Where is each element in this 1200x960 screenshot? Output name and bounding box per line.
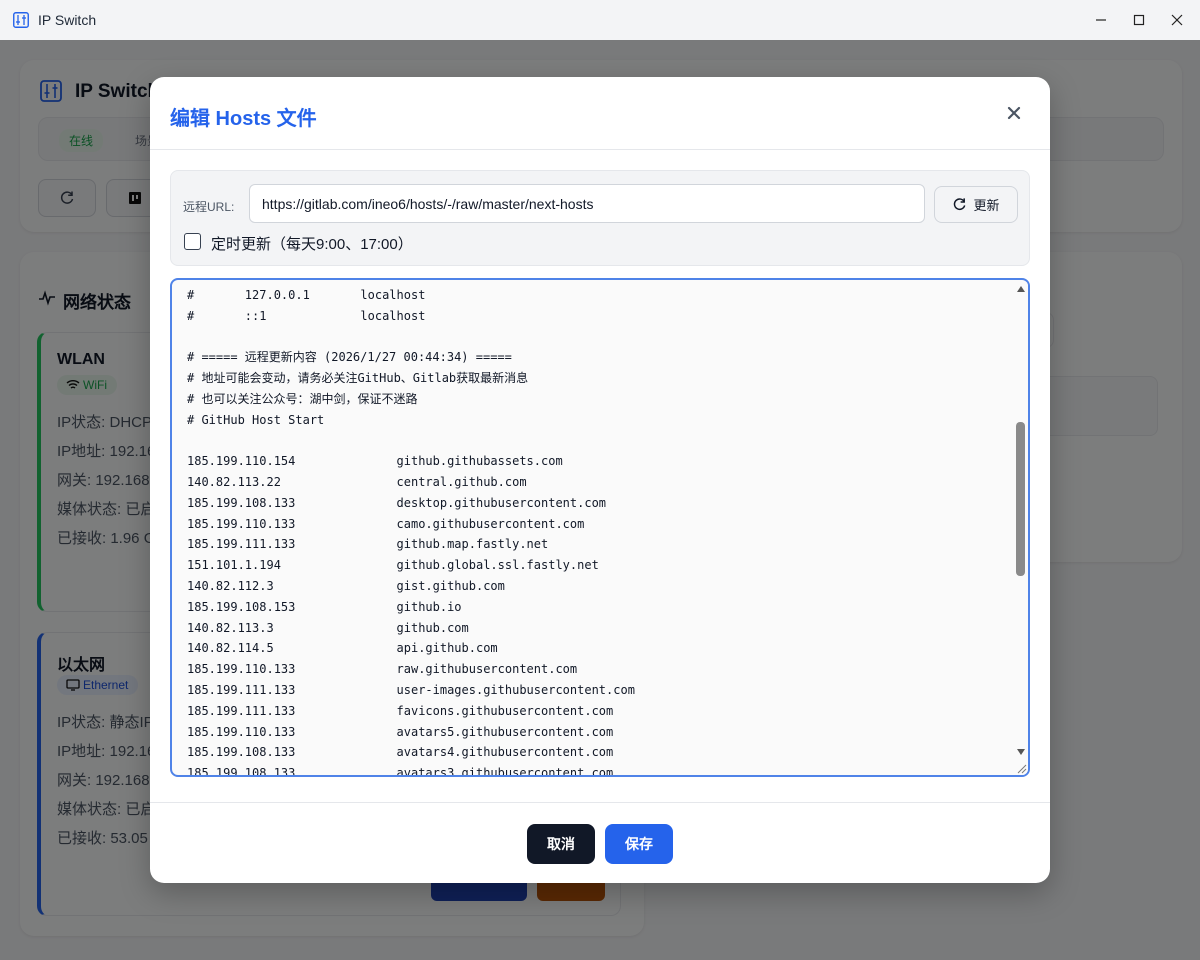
hosts-line: 140.82.112.3 gist.github.com: [187, 578, 505, 593]
hosts-line: [187, 430, 1007, 451]
scroll-up-arrow-icon[interactable]: [1017, 286, 1025, 292]
hosts-line: 185.199.110.154 github.githubassets.com: [187, 454, 563, 469]
schedule-update-checkbox[interactable]: [184, 233, 201, 250]
hosts-line: 140.82.113.22 central.github.com: [187, 474, 527, 489]
hosts-line: # GitHub Host Start: [187, 412, 325, 427]
dialog-title: 编辑 Hosts 文件: [170, 108, 317, 130]
dialog-close-button[interactable]: [1002, 101, 1026, 125]
hosts-line: [187, 326, 1007, 347]
cancel-button[interactable]: 取消: [527, 824, 595, 864]
remote-url-label: 远程URL:: [183, 200, 235, 214]
scroll-down-arrow-icon[interactable]: [1017, 749, 1025, 755]
window-title: IP Switch: [38, 12, 97, 28]
hosts-line: 185.199.108.133 avatars4.githubuserconte…: [187, 745, 614, 760]
app-logo-icon: [13, 12, 29, 28]
hosts-line: 185.199.108.133 desktop.githubuserconten…: [187, 495, 607, 510]
hosts-line: 185.199.108.133 avatars3.githubuserconte…: [187, 766, 614, 777]
hosts-line: # 也可以关注公众号：湖中剑，保证不迷路: [187, 391, 418, 406]
hosts-line: # 127.0.0.1 localhost: [187, 287, 426, 302]
hosts-line: # ::1 localhost: [187, 308, 426, 323]
scrollbar-thumb[interactable]: [1016, 422, 1025, 576]
close-icon: [1171, 14, 1183, 26]
refresh-icon: [954, 198, 966, 211]
dialog-header: 编辑 Hosts 文件: [150, 77, 1050, 150]
hosts-line: # ===== 远程更新内容 (2026/1/27 00:44:34) ====…: [187, 350, 512, 365]
close-icon: [1007, 106, 1021, 120]
schedule-update-label[interactable]: 定时更新（每天9:00、17:00）: [211, 233, 413, 254]
remote-url-input[interactable]: [249, 184, 925, 223]
maximize-icon: [1133, 14, 1145, 26]
save-button[interactable]: 保存: [605, 824, 673, 864]
remote-url-panel: 远程URL: 更新 定时更新（每天9:00、17:00）: [170, 170, 1030, 266]
update-button-label: 更新: [973, 198, 1000, 213]
hosts-line: # 地址可能会变动，请务必关注GitHub、Gitlab获取最新消息: [187, 370, 529, 385]
resize-grip-icon[interactable]: [1014, 761, 1028, 775]
hosts-line: 185.199.108.153 github.io: [187, 599, 462, 614]
hosts-line: 185.199.110.133 raw.githubusercontent.co…: [187, 662, 578, 677]
editor-scrollbar[interactable]: [1014, 282, 1028, 775]
hosts-line: # localhost name resolution is handled w…: [187, 280, 1007, 285]
hosts-line: 185.199.111.133 favicons.githubuserconte…: [187, 703, 614, 718]
edit-hosts-dialog: 编辑 Hosts 文件 远程URL: 更新 定时更新（每天9:00、17:00）…: [150, 77, 1050, 883]
hosts-line: 185.199.110.133 camo.githubusercontent.c…: [187, 516, 585, 531]
minimize-icon: [1096, 19, 1106, 21]
hosts-line: 185.199.110.133 avatars5.githubuserconte…: [187, 724, 614, 739]
dialog-footer: 取消 保存: [150, 802, 1050, 883]
hosts-editor-textarea[interactable]: # localhost name resolution is handled w…: [170, 278, 1030, 777]
close-window-button[interactable]: [1154, 0, 1200, 40]
hosts-line: 140.82.114.5 api.github.com: [187, 641, 498, 656]
update-button[interactable]: 更新: [934, 186, 1018, 223]
hosts-line: 151.101.1.194 github.global.ssl.fastly.n…: [187, 558, 599, 573]
hosts-line: 140.82.113.3 github.com: [187, 620, 469, 635]
hosts-line: 185.199.111.133 github.map.fastly.net: [187, 537, 549, 552]
hosts-content: # localhost name resolution is handled w…: [187, 280, 1007, 777]
title-bar: IP Switch: [0, 0, 1200, 40]
hosts-line: 185.199.111.133 user-images.githubuserco…: [187, 682, 635, 697]
